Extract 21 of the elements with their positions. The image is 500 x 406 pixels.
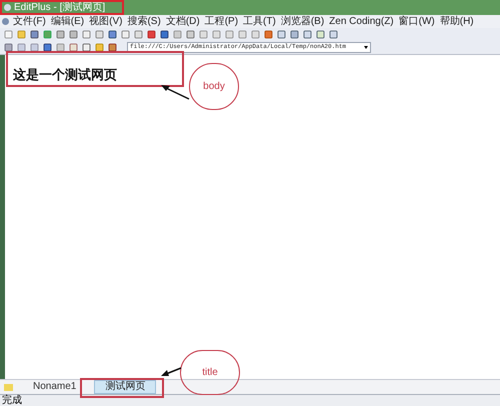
menu-item[interactable]: 窗口(W) (398, 16, 435, 26)
menu-item[interactable]: 文档(D) (166, 16, 200, 26)
menu-item[interactable]: 工具(T) (243, 16, 276, 26)
document-tab[interactable]: Noname1 (29, 380, 80, 394)
annotation-label: title (202, 366, 218, 380)
menu-item[interactable]: 浏览器(B) (280, 16, 324, 26)
status-text: 完成 (2, 396, 22, 406)
annotation-label: body (203, 80, 225, 94)
document-tab[interactable]: 测试网页 (94, 380, 156, 394)
dropdown-caret-icon[interactable] (364, 46, 368, 48)
menu-item[interactable]: 文件(F) (13, 16, 46, 26)
menu-item[interactable]: 帮助(H) (440, 16, 474, 26)
menu-item[interactable]: Zen Coding(Z) (329, 16, 394, 26)
menu-item[interactable]: 工程(P) (204, 16, 238, 26)
pointer-arrow (161, 85, 190, 100)
window-title: EditPlus - [测试网页] (14, 2, 106, 12)
menu-item[interactable]: 编辑(E) (50, 16, 84, 26)
menu-item[interactable]: 视图(V) (89, 16, 122, 26)
page-heading: 这是一个测试网页 (13, 67, 117, 82)
pointer-arrow (161, 367, 182, 376)
menu-item[interactable]: 搜索(S) (127, 16, 161, 26)
